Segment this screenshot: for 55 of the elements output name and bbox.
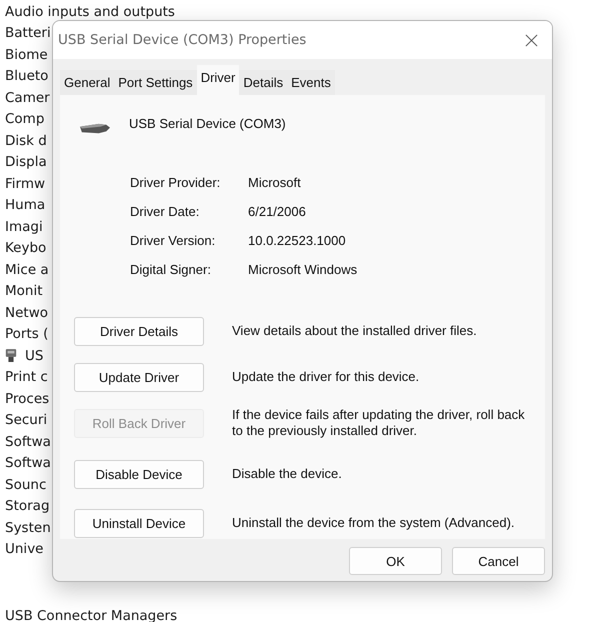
action-description: Uninstall the device from the system (Advanced). xyxy=(232,515,516,531)
device-category[interactable]: Softwa xyxy=(5,455,51,472)
device-category[interactable]: Biome xyxy=(5,46,48,63)
property-value: Microsoft Windows xyxy=(248,262,358,278)
action-button[interactable]: Disable Device xyxy=(74,460,204,488)
device-category[interactable]: Systen xyxy=(5,520,51,536)
property-value: Microsoft xyxy=(248,175,302,191)
device-category[interactable]: Huma xyxy=(5,197,46,214)
action-description: View details about the installed driver files. xyxy=(232,323,478,339)
action-description: Update the driver for this device. xyxy=(232,369,420,385)
property-label: Driver Version: xyxy=(130,233,216,249)
device-category[interactable]: Securi xyxy=(5,412,48,428)
property-value: 10.0.22523.1000 xyxy=(248,233,347,249)
device-category[interactable]: Comp xyxy=(5,111,44,128)
tab[interactable]: General xyxy=(60,70,114,95)
action-description: Disable the device. xyxy=(232,466,343,482)
dialog-button[interactable]: OK xyxy=(349,547,442,575)
action-button[interactable]: Update Driver xyxy=(74,362,204,392)
device-category[interactable]: Netwo xyxy=(5,304,48,321)
device-category[interactable]: Disk d xyxy=(5,132,47,149)
property-value: 6/21/2006 xyxy=(248,204,307,220)
device-name: USB Serial Device (COM3) xyxy=(129,116,286,131)
port-icon xyxy=(5,348,17,363)
device-category[interactable]: Mice a xyxy=(5,262,49,278)
device-category[interactable]: Audio inputs and outputs xyxy=(5,4,175,20)
close-icon[interactable] xyxy=(525,34,538,46)
device-category[interactable]: Camer xyxy=(5,90,50,106)
device-category[interactable]: US xyxy=(25,348,44,364)
tab[interactable]: Events xyxy=(287,70,335,95)
device-category[interactable]: Monit xyxy=(5,283,43,300)
device-category[interactable]: Softwa xyxy=(5,434,51,450)
device-category[interactable]: Blueto xyxy=(5,68,48,84)
action-button[interactable]: Driver Details xyxy=(74,316,204,346)
device-category[interactable]: Unive xyxy=(5,541,44,558)
device-category[interactable]: Batteri xyxy=(5,25,51,42)
device-category[interactable]: Proces xyxy=(5,390,50,407)
property-label: Digital Signer: xyxy=(130,262,212,278)
tab[interactable]: Details xyxy=(239,70,288,95)
property-label: Driver Date: xyxy=(130,204,200,220)
serial-connector-icon xyxy=(78,121,112,136)
device-category[interactable]: Displa xyxy=(5,154,47,170)
dialog-button[interactable]: Cancel xyxy=(452,547,545,575)
device-category[interactable]: Storag xyxy=(5,498,50,514)
property-label: Driver Provider: xyxy=(130,175,222,191)
device-category[interactable]: Sounc xyxy=(5,476,46,493)
device-category[interactable]: Firmw xyxy=(5,176,46,192)
device-category[interactable]: Ports ( xyxy=(5,326,48,342)
device-category[interactable]: Print c xyxy=(5,369,48,386)
device-category[interactable]: Imagi xyxy=(5,218,43,235)
window-title: USB Serial Device (COM3) Properties xyxy=(58,32,306,48)
tab[interactable]: Port Settings xyxy=(114,70,197,95)
action-button[interactable]: Uninstall Device xyxy=(74,508,204,538)
action-description: If the device fails after updating the driver, roll back to the previously installed driver. xyxy=(232,407,526,439)
tab[interactable]: Driver xyxy=(196,65,240,95)
device-category[interactable]: Keybo xyxy=(5,240,46,256)
